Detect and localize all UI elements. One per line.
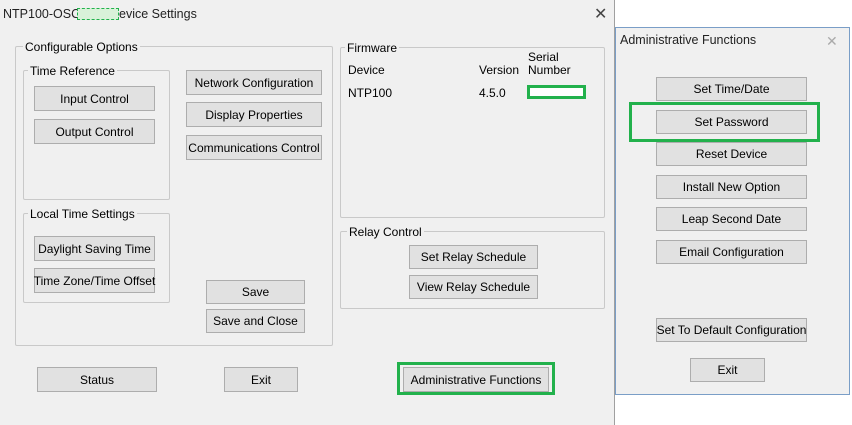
highlight-set-password	[629, 102, 820, 142]
set-relay-schedule-button[interactable]: Set Relay Schedule	[409, 245, 538, 269]
reset-device-button[interactable]: Reset Device	[656, 142, 807, 166]
admin-dialog-close-icon[interactable]: ✕	[826, 33, 838, 49]
firmware-col-serial-line1: Serial	[528, 50, 559, 64]
device-settings-window: NTP100-OSC- evice Settings ✕ Configurabl…	[0, 0, 615, 425]
daylight-saving-time-button[interactable]: Daylight Saving Time	[34, 236, 155, 261]
firmware-label: Firmware	[345, 41, 399, 55]
exit-button[interactable]: Exit	[224, 367, 298, 392]
local-time-settings-label: Local Time Settings	[28, 207, 137, 221]
save-and-close-button[interactable]: Save and Close	[206, 309, 305, 333]
firmware-col-device: Device	[348, 63, 385, 77]
save-button[interactable]: Save	[206, 280, 305, 304]
email-configuration-button[interactable]: Email Configuration	[656, 240, 807, 264]
relay-control-label: Relay Control	[347, 225, 424, 239]
close-icon[interactable]: ✕	[594, 7, 607, 23]
firmware-device-value: NTP100	[348, 86, 393, 100]
redacted-serial-number	[527, 85, 586, 99]
time-zone-offset-button[interactable]: Time Zone/Time Offset	[34, 268, 155, 293]
firmware-version-value: 4.5.0	[479, 86, 506, 100]
view-relay-schedule-button[interactable]: View Relay Schedule	[409, 275, 538, 299]
set-time-date-button[interactable]: Set Time/Date	[656, 77, 807, 101]
display-properties-button[interactable]: Display Properties	[186, 102, 322, 127]
highlight-administrative-functions	[397, 362, 555, 395]
firmware-col-serial-line2: Number	[528, 63, 571, 77]
configurable-options-label: Configurable Options	[23, 40, 140, 54]
output-control-button[interactable]: Output Control	[34, 119, 155, 144]
firmware-col-version: Version	[479, 63, 520, 77]
install-new-option-button[interactable]: Install New Option	[656, 175, 807, 199]
redacted-title-segment	[77, 8, 119, 20]
admin-exit-button[interactable]: Exit	[690, 358, 765, 382]
communications-control-button[interactable]: Communications Control	[186, 135, 322, 160]
set-to-default-configuration-button[interactable]: Set To Default Configuration	[656, 318, 807, 342]
status-button[interactable]: Status	[37, 367, 157, 392]
window-title-suffix: evice Settings	[119, 7, 197, 21]
time-reference-label: Time Reference	[28, 64, 117, 78]
admin-dialog-title: Administrative Functions	[620, 33, 757, 47]
input-control-button[interactable]: Input Control	[34, 86, 155, 111]
leap-second-date-button[interactable]: Leap Second Date	[656, 207, 807, 231]
administrative-functions-dialog: Administrative Functions ✕ Set Time/Date…	[615, 27, 850, 395]
network-configuration-button[interactable]: Network Configuration	[186, 70, 322, 95]
window-title-prefix: NTP100-OSC-	[3, 7, 85, 21]
